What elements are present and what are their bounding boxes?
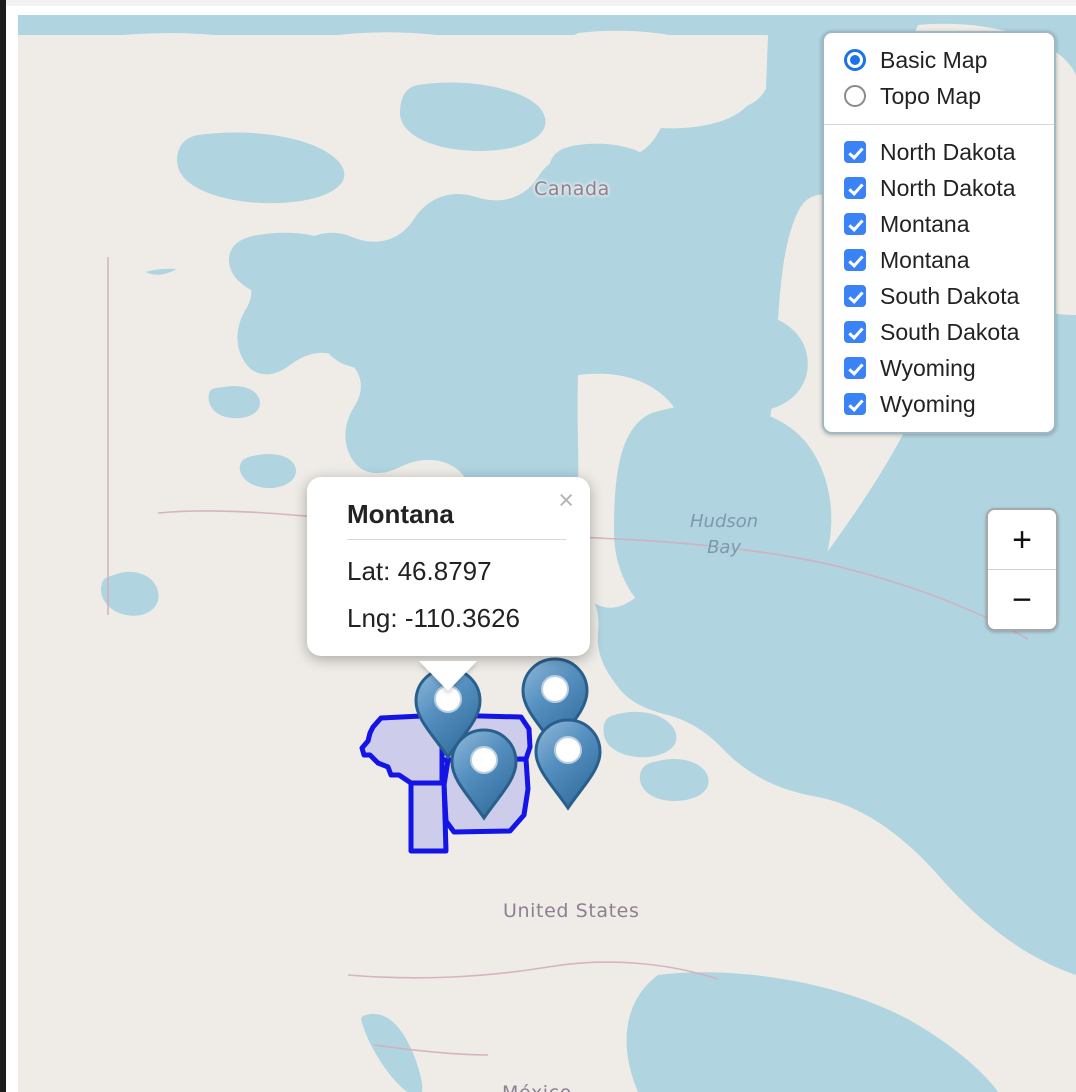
basemap-option-basic-map[interactable]: Basic Map bbox=[824, 42, 1054, 78]
layer-control-panel[interactable]: Basic Map Topo Map North Dakota North Da… bbox=[822, 31, 1056, 434]
overlay-label-south-dakota-1: South Dakota bbox=[880, 283, 1020, 309]
checkbox-checked-icon[interactable] bbox=[844, 393, 866, 415]
checkbox-checked-icon[interactable] bbox=[844, 285, 866, 307]
map-application: Canada United States México Hudson Bay bbox=[0, 0, 1076, 1092]
checkbox-checked-icon[interactable] bbox=[844, 249, 866, 271]
zoom-out-button[interactable]: − bbox=[988, 569, 1056, 629]
popup-title: Montana bbox=[347, 499, 566, 540]
overlay-label-montana-2: Montana bbox=[880, 247, 970, 273]
checkbox-checked-icon[interactable] bbox=[844, 177, 866, 199]
overlay-item-montana-1[interactable]: Montana bbox=[824, 206, 1054, 242]
radio-selected-icon[interactable] bbox=[844, 49, 866, 71]
overlay-label-wyoming-1: Wyoming bbox=[880, 355, 976, 381]
state-polygon-wyoming bbox=[408, 780, 449, 854]
basemap-option-topo-map[interactable]: Topo Map bbox=[824, 78, 1054, 114]
checkbox-checked-icon[interactable] bbox=[844, 357, 866, 379]
map-marker-south-dakota[interactable] bbox=[531, 716, 605, 812]
zoom-in-button[interactable]: + bbox=[988, 510, 1056, 569]
checkbox-checked-icon[interactable] bbox=[844, 141, 866, 163]
popup-latitude: Lat: 46.8797 bbox=[347, 556, 492, 586]
map-marker-wyoming[interactable] bbox=[447, 726, 521, 822]
popup-longitude: Lng: -110.3626 bbox=[347, 603, 520, 633]
checkbox-checked-icon[interactable] bbox=[844, 213, 866, 235]
overlay-label-north-dakota-2: North Dakota bbox=[880, 175, 1016, 201]
basemap-radio-group: Basic Map Topo Map bbox=[824, 33, 1054, 124]
overlay-item-wyoming-1[interactable]: Wyoming bbox=[824, 350, 1054, 386]
overlay-item-montana-2[interactable]: Montana bbox=[824, 242, 1054, 278]
popup-tail bbox=[419, 661, 477, 691]
overlay-checkbox-group: North Dakota North Dakota Montana Montan… bbox=[824, 125, 1054, 432]
overlay-label-south-dakota-2: South Dakota bbox=[880, 319, 1020, 345]
checkbox-checked-icon[interactable] bbox=[844, 321, 866, 343]
radio-unselected-icon[interactable] bbox=[844, 85, 866, 107]
overlay-label-wyoming-2: Wyoming bbox=[880, 391, 976, 417]
window-left-rail bbox=[0, 0, 6, 1092]
basemap-label-topo-map: Topo Map bbox=[880, 83, 982, 109]
zoom-control[interactable]: + − bbox=[986, 508, 1058, 631]
overlay-item-north-dakota-2[interactable]: North Dakota bbox=[824, 170, 1054, 206]
overlay-label-north-dakota-1: North Dakota bbox=[880, 139, 1016, 165]
overlay-item-north-dakota-1[interactable]: North Dakota bbox=[824, 134, 1054, 170]
overlay-item-south-dakota-1[interactable]: South Dakota bbox=[824, 278, 1054, 314]
marker-popup: × Montana Lat: 46.8797 Lng: -110.3626 bbox=[307, 477, 590, 656]
basemap-label-basic-map: Basic Map bbox=[880, 47, 988, 73]
popup-close-icon[interactable]: × bbox=[558, 487, 574, 514]
overlay-label-montana-1: Montana bbox=[880, 211, 970, 237]
overlay-item-south-dakota-2[interactable]: South Dakota bbox=[824, 314, 1054, 350]
overlay-item-wyoming-2[interactable]: Wyoming bbox=[824, 386, 1054, 422]
window-top-strip bbox=[0, 0, 1076, 6]
